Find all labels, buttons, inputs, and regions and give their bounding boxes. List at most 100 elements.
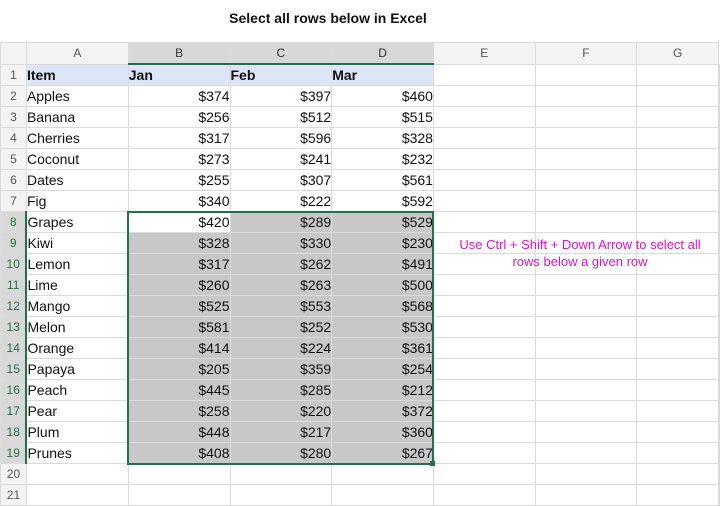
empty-cell[interactable] [718,190,720,212]
empty-cell[interactable] [718,295,720,317]
empty-cell[interactable] [432,358,536,380]
value-cell-feb[interactable]: $553 [229,295,333,317]
empty-cell[interactable] [636,442,719,464]
column-header-e[interactable]: E [432,42,536,65]
value-cell-feb[interactable]: $397 [229,85,333,107]
value-cell-mar[interactable]: $328 [331,127,434,149]
empty-cell[interactable] [718,400,720,422]
empty-cell[interactable] [534,400,638,422]
value-cell-jan[interactable]: $408 [127,442,231,464]
item-cell[interactable]: Papaya [25,358,129,380]
value-cell-jan[interactable]: $420 [127,211,231,233]
row-header[interactable]: 20 [0,463,27,485]
empty-cell[interactable] [534,442,638,464]
value-cell-mar[interactable]: $500 [331,274,434,296]
empty-cell[interactable] [534,358,638,380]
empty-cell[interactable] [432,337,536,359]
empty-cell[interactable] [432,421,536,443]
empty-cell[interactable] [636,106,719,128]
empty-cell[interactable] [432,316,536,338]
empty-cell[interactable] [636,379,719,401]
empty-cell[interactable] [636,421,719,443]
value-cell-mar[interactable]: $267 [331,442,434,464]
value-cell-mar[interactable]: $232 [331,148,434,170]
empty-cell[interactable] [718,358,720,380]
value-cell-feb[interactable]: $263 [229,274,333,296]
item-cell[interactable]: Prunes [25,442,129,464]
item-cell[interactable]: Peach [25,379,129,401]
value-cell-mar[interactable]: $460 [331,85,434,107]
row-header[interactable]: 3 [0,106,27,128]
empty-cell[interactable] [534,63,638,86]
value-cell-mar[interactable]: $592 [331,190,434,212]
value-cell-jan[interactable]: $258 [127,400,231,422]
row-header[interactable]: 14 [0,337,28,359]
header-cell-month[interactable]: Jan [127,63,231,86]
empty-cell[interactable] [718,127,720,149]
empty-cell[interactable] [534,127,638,149]
value-cell-feb[interactable]: $596 [229,127,333,149]
empty-cell[interactable] [636,484,719,506]
column-header-b[interactable]: B [127,42,231,65]
empty-cell[interactable] [718,442,720,464]
empty-cell[interactable] [718,421,720,443]
empty-cell[interactable] [718,316,720,338]
value-cell-mar[interactable]: $360 [331,421,434,443]
value-cell-feb[interactable]: $224 [229,337,333,359]
item-cell[interactable]: Apples [25,85,129,107]
value-cell-jan[interactable]: $260 [127,274,231,296]
empty-cell[interactable] [718,63,720,86]
empty-cell[interactable] [432,85,536,107]
value-cell-mar[interactable]: $491 [331,253,434,275]
empty-cell[interactable] [534,211,638,233]
empty-cell[interactable] [718,85,720,107]
empty-cell[interactable] [432,295,536,317]
empty-cell[interactable] [432,463,536,485]
empty-cell[interactable] [718,253,720,275]
empty-cell[interactable] [718,232,720,254]
row-header[interactable]: 13 [0,316,28,338]
empty-cell[interactable] [636,295,719,317]
empty-cell[interactable] [718,484,720,506]
empty-cell[interactable] [534,421,638,443]
column-header-d[interactable]: D [331,42,434,65]
value-cell-feb[interactable]: $512 [229,106,333,128]
value-cell-mar[interactable]: $254 [331,358,434,380]
item-cell[interactable]: Pear [25,400,129,422]
value-cell-feb[interactable]: $262 [229,253,333,275]
header-cell-item[interactable]: Item [25,63,129,86]
value-cell-feb[interactable]: $285 [229,379,333,401]
empty-cell[interactable] [718,274,720,296]
value-cell-mar[interactable]: $561 [331,169,434,191]
value-cell-feb[interactable]: $222 [229,190,333,212]
value-cell-jan[interactable]: $256 [127,106,231,128]
column-header-f[interactable]: F [534,42,638,65]
empty-cell[interactable] [25,463,129,485]
empty-cell[interactable] [534,316,638,338]
empty-cell[interactable] [534,148,638,170]
empty-cell[interactable] [636,169,719,191]
value-cell-mar[interactable]: $361 [331,337,434,359]
empty-cell[interactable] [636,337,719,359]
empty-cell[interactable] [432,400,536,422]
empty-cell[interactable] [636,211,719,233]
value-cell-mar[interactable]: $515 [331,106,434,128]
empty-cell[interactable] [636,400,719,422]
item-cell[interactable]: Dates [25,169,129,191]
empty-cell[interactable] [718,463,720,485]
value-cell-mar[interactable]: $372 [331,400,434,422]
empty-cell[interactable] [534,463,638,485]
value-cell-mar[interactable]: $530 [331,316,434,338]
item-cell[interactable]: Coconut [25,148,129,170]
empty-cell[interactable] [636,85,719,107]
item-cell[interactable]: Lime [25,274,129,296]
row-header[interactable]: 15 [0,358,28,380]
value-cell-jan[interactable]: $328 [127,232,231,254]
fill-handle[interactable] [430,460,436,466]
value-cell-mar[interactable]: $529 [331,211,434,233]
empty-cell[interactable] [718,337,720,359]
empty-cell[interactable] [636,358,719,380]
empty-cell[interactable] [432,148,536,170]
column-header-a[interactable]: A [25,42,129,65]
value-cell-jan[interactable]: $255 [127,169,231,191]
